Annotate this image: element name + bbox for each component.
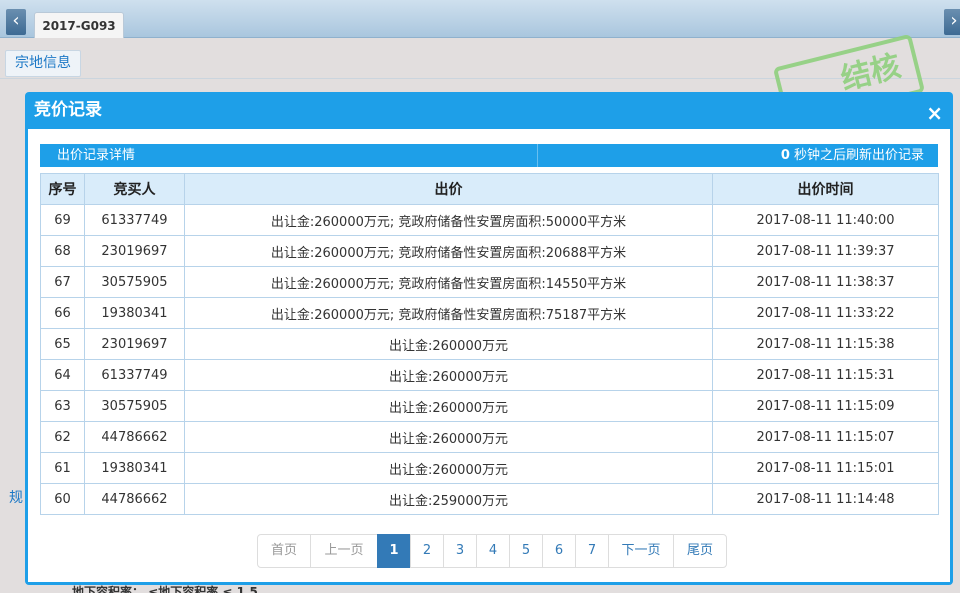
close-icon[interactable]: ×	[926, 95, 943, 132]
cell-bid: 出让金:260000万元; 竞政府储备性安置房面积:20688平方米	[184, 235, 713, 267]
cell-seq: 65	[40, 328, 85, 360]
cell-seq: 67	[40, 266, 85, 298]
cell-bid: 出让金:259000万元	[184, 483, 713, 515]
cell-time: 2017-08-11 11:15:31	[712, 359, 939, 391]
page-first-button[interactable]: 首页	[257, 534, 311, 568]
col-header-bid: 出价	[184, 173, 713, 205]
table-row: 62 44786662 出让金:260000万元 2017-08-11 11:1…	[40, 421, 939, 453]
modal-header: 竞价记录 ×	[25, 92, 953, 129]
cell-seq: 64	[40, 359, 85, 391]
cell-bid: 出让金:260000万元	[184, 390, 713, 422]
cell-time: 2017-08-11 11:15:01	[712, 452, 939, 484]
page-6-button[interactable]: 6	[542, 534, 576, 568]
cell-seq: 60	[40, 483, 85, 515]
table-row: 69 61337749 出让金:260000万元; 竞政府储备性安置房面积:50…	[40, 204, 939, 236]
modal-title: 竞价记录	[34, 100, 102, 120]
page-7-button[interactable]: 7	[575, 534, 609, 568]
chevron-right-icon[interactable]: ›	[944, 9, 960, 35]
cell-seq: 62	[40, 421, 85, 453]
cell-bid: 出让金:260000万元	[184, 328, 713, 360]
cell-seq: 63	[40, 390, 85, 422]
cell-time: 2017-08-11 11:15:09	[712, 390, 939, 422]
table-row: 61 19380341 出让金:260000万元 2017-08-11 11:1…	[40, 452, 939, 484]
table-row: 67 30575905 出让金:260000万元; 竞政府储备性安置房面积:14…	[40, 266, 939, 298]
cell-bid: 出让金:260000万元; 竞政府储备性安置房面积:75187平方米	[184, 297, 713, 329]
table-row: 64 61337749 出让金:260000万元 2017-08-11 11:1…	[40, 359, 939, 391]
page-2-button[interactable]: 2	[410, 534, 444, 568]
cell-bidder: 61337749	[84, 359, 185, 391]
cell-time: 2017-08-11 11:39:37	[712, 235, 939, 267]
cell-bidder: 23019697	[84, 235, 185, 267]
cell-seq: 69	[40, 204, 85, 236]
cell-bidder: 19380341	[84, 297, 185, 329]
cell-bidder: 30575905	[84, 266, 185, 298]
cell-bid: 出让金:260000万元	[184, 359, 713, 391]
page-5-button[interactable]: 5	[509, 534, 543, 568]
cell-time: 2017-08-11 11:40:00	[712, 204, 939, 236]
cell-bid: 出让金:260000万元; 竞政府储备性安置房面积:14550平方米	[184, 266, 713, 298]
bid-record-modal: 竞价记录 × 出价记录详情 0 秒钟之后刷新出价记录 序号 竞买人 出价 出价时	[25, 92, 953, 585]
info-bar: 出价记录详情 0 秒钟之后刷新出价记录	[40, 144, 938, 167]
col-header-bidder: 竞买人	[84, 173, 185, 205]
cell-bidder: 19380341	[84, 452, 185, 484]
cell-time: 2017-08-11 11:38:37	[712, 266, 939, 298]
table-row: 66 19380341 出让金:260000万元; 竞政府储备性安置房面积:75…	[40, 297, 939, 329]
tab-parcel-code[interactable]: 2017-G093	[34, 12, 124, 38]
top-tab-bar: ‹ 2017-G093 ›	[0, 0, 960, 38]
cell-bidder: 61337749	[84, 204, 185, 236]
cell-seq: 61	[40, 452, 85, 484]
table-row: 60 44786662 出让金:259000万元 2017-08-11 11:1…	[40, 483, 939, 515]
col-header-seq: 序号	[40, 173, 85, 205]
cell-seq: 68	[40, 235, 85, 267]
bid-table: 序号 竞买人 出价 出价时间 69 61337749 出让金:260000万元;…	[40, 173, 939, 515]
cell-bid: 出让金:260000万元	[184, 452, 713, 484]
cell-time: 2017-08-11 11:15:38	[712, 328, 939, 360]
table-header-row: 序号 竞买人 出价 出价时间	[40, 173, 939, 205]
countdown-seconds: 0	[780, 148, 790, 163]
bid-details-label: 出价记录详情	[40, 144, 538, 167]
chevron-left-icon[interactable]: ‹	[6, 9, 26, 35]
cell-seq: 66	[40, 297, 85, 329]
table-row: 68 23019697 出让金:260000万元; 竞政府储备性安置房面积:20…	[40, 235, 939, 267]
page-last-button[interactable]: 尾页	[673, 534, 727, 568]
cell-bidder: 23019697	[84, 328, 185, 360]
page-prev-button[interactable]: 上一页	[310, 534, 378, 568]
cell-bidder: 44786662	[84, 483, 185, 515]
parcel-info-tab[interactable]: 宗地信息	[5, 50, 81, 77]
background-section-label: 规	[9, 490, 23, 506]
cell-bid: 出让金:260000万元; 竞政府储备性安置房面积:50000平方米	[184, 204, 713, 236]
cell-time: 2017-08-11 11:15:07	[712, 421, 939, 453]
refresh-countdown: 0 秒钟之后刷新出价记录	[781, 144, 924, 167]
page-4-button[interactable]: 4	[476, 534, 510, 568]
cell-time: 2017-08-11 11:14:48	[712, 483, 939, 515]
countdown-text: 秒钟之后刷新出价记录	[789, 148, 924, 163]
cell-bidder: 44786662	[84, 421, 185, 453]
pagination: 首页 上一页 1 2 3 4 5 6 7 下一页 尾页	[257, 534, 727, 568]
table-row: 63 30575905 出让金:260000万元 2017-08-11 11:1…	[40, 390, 939, 422]
cell-bid: 出让金:260000万元	[184, 421, 713, 453]
cell-bidder: 30575905	[84, 390, 185, 422]
page-1-button[interactable]: 1	[377, 534, 411, 568]
table-row: 65 23019697 出让金:260000万元 2017-08-11 11:1…	[40, 328, 939, 360]
page-3-button[interactable]: 3	[443, 534, 477, 568]
cell-time: 2017-08-11 11:33:22	[712, 297, 939, 329]
page-next-button[interactable]: 下一页	[608, 534, 674, 568]
col-header-time: 出价时间	[712, 173, 939, 205]
modal-body: 出价记录详情 0 秒钟之后刷新出价记录 序号 竞买人 出价 出价时间 69 61…	[28, 129, 950, 582]
